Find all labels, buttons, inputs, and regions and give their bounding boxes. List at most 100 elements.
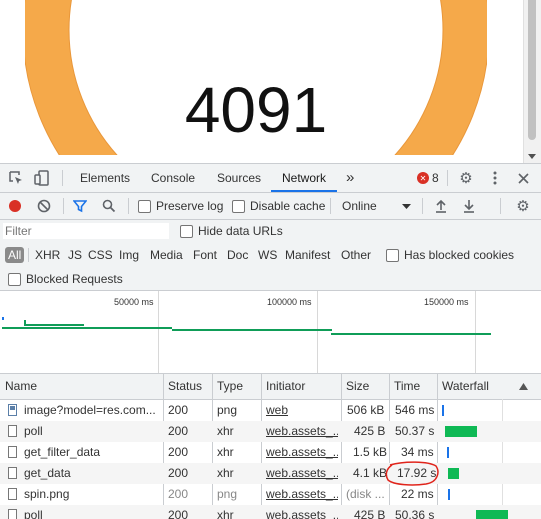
request-name[interactable]: get_filter_data [24,442,159,463]
page-scrollbar[interactable] [523,0,541,163]
waterfall-bar [445,426,477,437]
request-size: 506 kB [347,403,385,417]
request-size: (disk ... [346,487,385,501]
has-blocked-cookies-label[interactable]: Has blocked cookies [404,248,514,262]
waterfall-bar [448,468,459,479]
network-overview[interactable]: 50000 ms 100000 ms 150000 ms [0,291,541,374]
preserve-log-checkbox[interactable] [138,200,151,213]
request-initiator-link[interactable]: web.assets_... [266,463,338,484]
resource-type-filters: All XHR JS CSS Img Media Font Doc WS Man… [0,243,541,268]
sort-ascending-icon[interactable] [519,382,528,390]
waterfall-bar [447,447,449,458]
red-highlight-annotation [385,461,439,486]
table-row[interactable]: poll 200 xhr web.assets_... 425 B 50.36 … [0,505,541,519]
waterfall-bar [442,405,444,416]
request-size: 425 B [354,508,386,519]
table-row[interactable]: image?model=res.com... 200 png web 506 k… [0,400,541,421]
request-time: 50.37 s [395,424,435,438]
request-initiator-link[interactable]: web.assets_... [266,484,338,505]
record-icon[interactable] [8,199,22,213]
request-initiator-link[interactable]: web.assets_... [266,505,338,519]
request-initiator-link[interactable]: web.assets_... [266,442,338,463]
type-filter-img[interactable]: Img [119,248,139,262]
type-filter-font[interactable]: Font [193,248,217,262]
waterfall-bar [476,510,508,519]
column-header-initiator[interactable]: Initiator [266,374,305,399]
request-name[interactable]: spin.png [24,484,159,505]
counter-value: 4091 [184,74,328,146]
network-toolbar: Preserve log Disable cache Online ⚙ [0,193,541,220]
close-devtools-icon[interactable] [515,170,531,186]
table-row[interactable]: get_data 200 xhr web.assets_... 4.1 kB 1… [0,461,541,486]
tab-elements[interactable]: Elements [80,164,130,192]
type-filter-all[interactable]: All [5,247,25,263]
more-options-icon[interactable] [487,170,503,186]
inspect-element-icon[interactable] [8,170,24,186]
error-count[interactable]: 8 [432,164,439,192]
disable-cache-checkbox[interactable] [232,200,245,213]
request-initiator-link[interactable]: web [266,400,338,421]
blocked-requests-checkbox[interactable] [8,273,21,286]
column-header-waterfall[interactable]: Waterfall [442,374,489,399]
request-status: 200 [168,424,189,438]
type-filter-xhr[interactable]: XHR [35,248,60,262]
chevron-down-icon[interactable] [401,203,411,209]
request-name[interactable]: image?model=res.com... [24,400,159,421]
search-icon[interactable] [101,198,117,214]
disable-cache-label[interactable]: Disable cache [250,199,325,213]
device-toolbar-icon[interactable] [34,170,50,186]
type-filter-css[interactable]: CSS [88,248,113,262]
column-header-time[interactable]: Time [394,374,420,399]
request-initiator-link[interactable]: web.assets_... [266,421,338,442]
tab-console[interactable]: Console [151,164,195,192]
import-har-icon[interactable] [434,198,448,214]
file-icon [8,488,17,500]
request-name[interactable]: poll [24,421,159,442]
request-time: 546 ms [395,403,435,417]
type-filter-media[interactable]: Media [150,248,183,262]
overview-tick: 100000 ms [267,297,312,307]
has-blocked-cookies-checkbox[interactable] [386,249,399,262]
filter-input[interactable] [3,223,169,239]
type-filter-ws[interactable]: WS [258,248,277,262]
request-type: png [217,403,238,417]
request-time: 22 ms [401,487,434,501]
image-file-icon [8,404,17,416]
table-row[interactable]: get_filter_data 200 xhr web.assets_... 1… [0,442,541,463]
hide-data-urls-checkbox[interactable] [180,225,193,238]
hide-data-urls-label[interactable]: Hide data URLs [198,224,283,238]
file-icon [8,467,17,479]
type-filter-doc[interactable]: Doc [227,248,248,262]
request-size: 1.5 kB [353,445,388,459]
request-name[interactable]: poll [24,505,159,519]
type-filter-other[interactable]: Other [341,248,371,262]
preserve-log-label[interactable]: Preserve log [156,199,223,213]
column-header-type[interactable]: Type [217,374,243,399]
waterfall-bar [448,489,450,500]
tab-sources[interactable]: Sources [217,164,261,192]
network-settings-icon[interactable]: ⚙ [514,197,532,215]
request-name[interactable]: get_data [24,463,159,484]
clear-icon[interactable] [37,199,51,213]
export-har-icon[interactable] [462,198,476,214]
file-icon [8,425,17,437]
table-row[interactable]: poll 200 xhr web.assets_... 425 B 50.37 … [0,421,541,442]
error-icon[interactable]: ✕ [417,172,429,184]
throttling-select[interactable]: Online [342,199,377,213]
column-header-name[interactable]: Name [5,374,37,399]
settings-gear-icon[interactable]: ⚙ [458,169,474,187]
request-size: 425 B [354,424,386,438]
overview-tick: 150000 ms [424,297,469,307]
column-header-status[interactable]: Status [168,374,202,399]
tab-network[interactable]: Network [271,164,338,192]
page-viewport: 4091 [0,0,541,164]
type-filter-manifest[interactable]: Manifest [285,248,330,262]
more-tabs-icon[interactable]: » [346,164,354,192]
blocked-requests-label[interactable]: Blocked Requests [26,272,123,286]
column-header-size[interactable]: Size [346,374,369,399]
filter-icon[interactable] [72,198,88,214]
type-filter-js[interactable]: JS [68,248,82,262]
scroll-down-icon[interactable] [528,154,536,159]
table-row[interactable]: spin.png 200 png web.assets_... (disk ..… [0,484,541,505]
scrollbar-thumb[interactable] [528,0,536,140]
